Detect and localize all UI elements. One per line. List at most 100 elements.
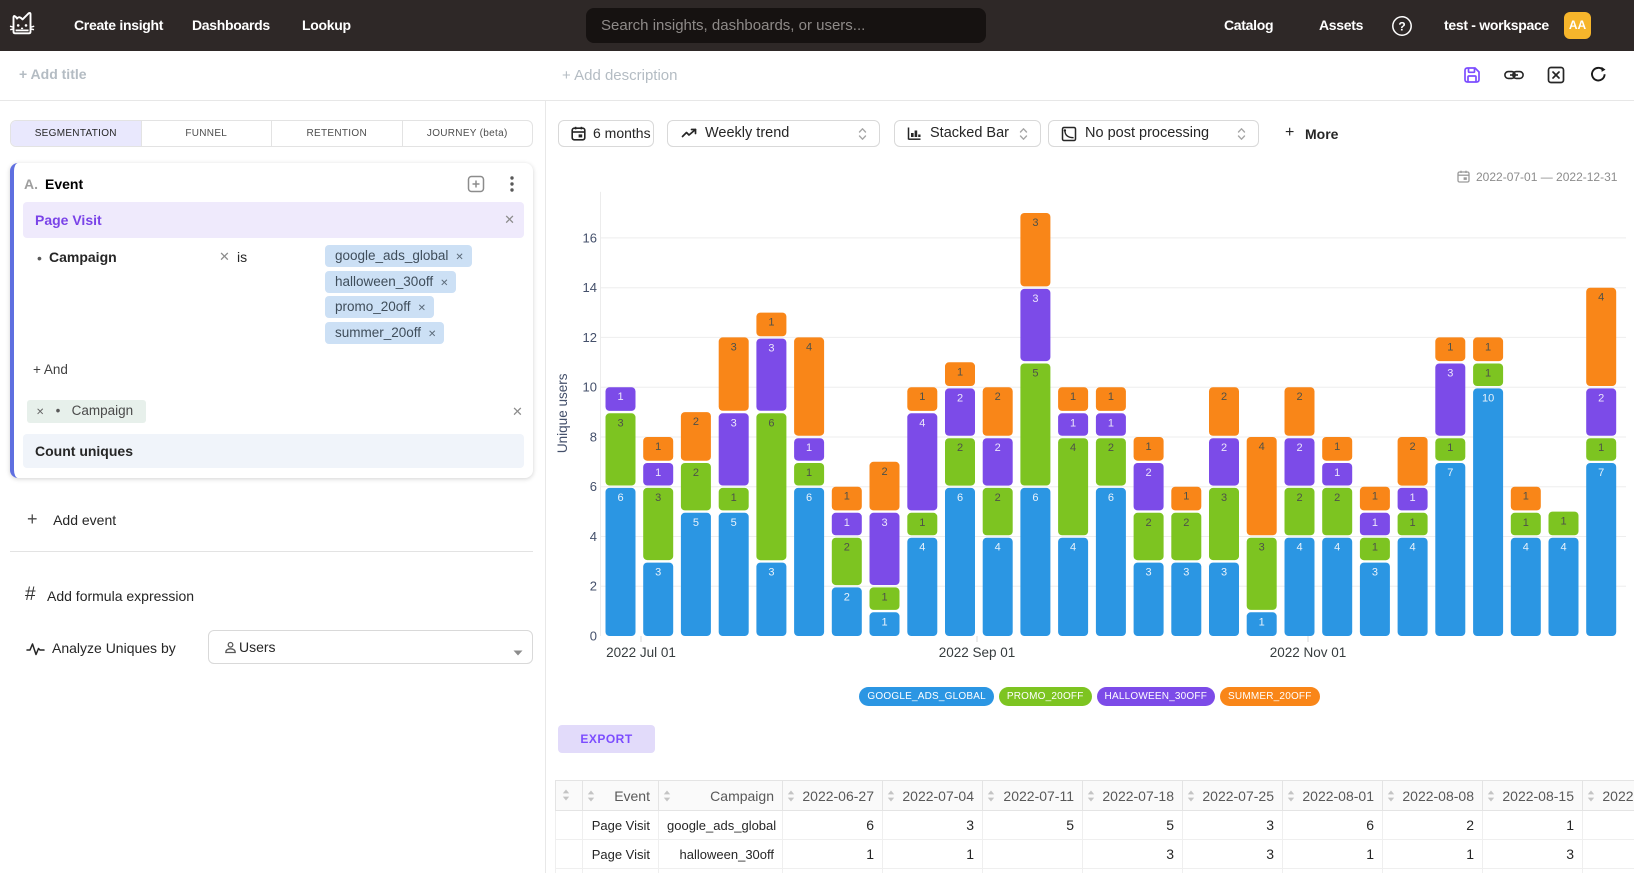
- svg-text:8: 8: [590, 430, 597, 445]
- svg-text:3: 3: [1146, 567, 1152, 579]
- svg-text:2022 Nov 01: 2022 Nov 01: [1270, 645, 1347, 660]
- svg-text:1: 1: [1372, 491, 1378, 503]
- svg-text:1: 1: [1560, 516, 1566, 528]
- svg-text:2: 2: [693, 416, 699, 428]
- svg-text:1: 1: [806, 442, 812, 454]
- svg-text:2: 2: [1598, 392, 1604, 404]
- svg-text:2: 2: [1108, 442, 1114, 454]
- svg-text:4: 4: [1070, 542, 1076, 554]
- svg-text:1: 1: [1485, 368, 1491, 380]
- svg-text:2: 2: [957, 442, 963, 454]
- svg-text:1: 1: [1146, 441, 1152, 453]
- svg-text:4: 4: [1598, 292, 1604, 304]
- svg-text:1: 1: [1070, 417, 1076, 429]
- svg-text:4: 4: [806, 341, 812, 353]
- svg-text:1: 1: [1334, 441, 1340, 453]
- svg-text:1: 1: [1598, 442, 1604, 454]
- svg-text:3: 3: [768, 567, 774, 579]
- svg-text:4: 4: [1523, 542, 1529, 554]
- svg-text:3: 3: [1032, 293, 1038, 305]
- svg-text:1: 1: [1410, 517, 1416, 529]
- svg-text:1: 1: [1259, 616, 1265, 628]
- svg-text:3: 3: [1447, 368, 1453, 380]
- svg-text:6: 6: [1108, 492, 1114, 504]
- svg-text:2: 2: [590, 579, 597, 594]
- svg-text:6: 6: [806, 492, 812, 504]
- svg-text:3: 3: [1032, 217, 1038, 229]
- svg-text:4: 4: [1334, 542, 1340, 554]
- svg-text:3: 3: [881, 517, 887, 529]
- svg-text:4: 4: [1070, 442, 1076, 454]
- svg-text:1: 1: [844, 517, 850, 529]
- svg-text:2: 2: [995, 391, 1001, 403]
- svg-text:2: 2: [844, 591, 850, 603]
- svg-text:1: 1: [1334, 467, 1340, 479]
- svg-text:2: 2: [1296, 492, 1302, 504]
- svg-text:2022 Sep 01: 2022 Sep 01: [939, 645, 1016, 660]
- svg-text:2: 2: [693, 467, 699, 479]
- svg-text:1: 1: [768, 317, 774, 329]
- svg-text:2: 2: [1296, 442, 1302, 454]
- svg-text:1: 1: [1108, 417, 1114, 429]
- svg-text:10: 10: [1482, 392, 1494, 404]
- svg-text:14: 14: [583, 280, 597, 295]
- svg-text:4: 4: [1410, 542, 1416, 554]
- svg-text:3: 3: [731, 417, 737, 429]
- svg-text:6: 6: [1032, 492, 1038, 504]
- svg-text:1: 1: [1372, 542, 1378, 554]
- svg-text:5: 5: [731, 517, 737, 529]
- svg-text:4: 4: [1560, 542, 1566, 554]
- svg-text:1: 1: [1372, 517, 1378, 529]
- svg-text:1: 1: [1523, 517, 1529, 529]
- svg-text:6: 6: [957, 492, 963, 504]
- svg-text:0: 0: [590, 629, 597, 644]
- svg-text:4: 4: [919, 542, 925, 554]
- svg-text:1: 1: [881, 591, 887, 603]
- svg-text:2: 2: [995, 492, 1001, 504]
- svg-text:1: 1: [919, 391, 925, 403]
- svg-text:1: 1: [1447, 341, 1453, 353]
- svg-text:4: 4: [1259, 441, 1265, 453]
- svg-text:3: 3: [768, 343, 774, 355]
- svg-text:12: 12: [583, 330, 597, 345]
- svg-text:3: 3: [731, 341, 737, 353]
- svg-text:2: 2: [1146, 517, 1152, 529]
- svg-text:6: 6: [590, 479, 597, 494]
- svg-text:3: 3: [655, 567, 661, 579]
- svg-text:4: 4: [1296, 542, 1302, 554]
- svg-text:5: 5: [693, 517, 699, 529]
- svg-text:1: 1: [844, 491, 850, 503]
- svg-text:3: 3: [1221, 492, 1227, 504]
- svg-text:1: 1: [881, 616, 887, 628]
- svg-text:3: 3: [655, 492, 661, 504]
- svg-text:2: 2: [1146, 467, 1152, 479]
- svg-text:1: 1: [655, 441, 661, 453]
- svg-text:4: 4: [590, 529, 597, 544]
- svg-text:2: 2: [1296, 391, 1302, 403]
- svg-text:1: 1: [731, 492, 737, 504]
- svg-text:Unique users: Unique users: [555, 373, 570, 453]
- svg-text:2: 2: [1221, 442, 1227, 454]
- svg-text:7: 7: [1447, 467, 1453, 479]
- svg-text:2: 2: [881, 466, 887, 478]
- svg-text:3: 3: [617, 417, 623, 429]
- svg-text:4: 4: [919, 417, 925, 429]
- svg-text:1: 1: [1447, 442, 1453, 454]
- svg-text:1: 1: [617, 391, 623, 403]
- svg-text:2: 2: [1183, 517, 1189, 529]
- svg-text:2: 2: [844, 542, 850, 554]
- svg-text:6: 6: [768, 417, 774, 429]
- svg-text:7: 7: [1598, 467, 1604, 479]
- svg-text:1: 1: [1070, 391, 1076, 403]
- svg-text:2: 2: [995, 442, 1001, 454]
- svg-text:1: 1: [1485, 341, 1491, 353]
- svg-text:10: 10: [583, 380, 597, 395]
- svg-text:2: 2: [957, 392, 963, 404]
- svg-text:5: 5: [1032, 368, 1038, 380]
- svg-text:4: 4: [995, 542, 1001, 554]
- svg-text:1: 1: [1523, 491, 1529, 503]
- svg-text:3: 3: [1259, 542, 1265, 554]
- svg-text:2: 2: [1410, 441, 1416, 453]
- svg-text:1: 1: [1108, 391, 1114, 403]
- svg-text:2: 2: [1221, 391, 1227, 403]
